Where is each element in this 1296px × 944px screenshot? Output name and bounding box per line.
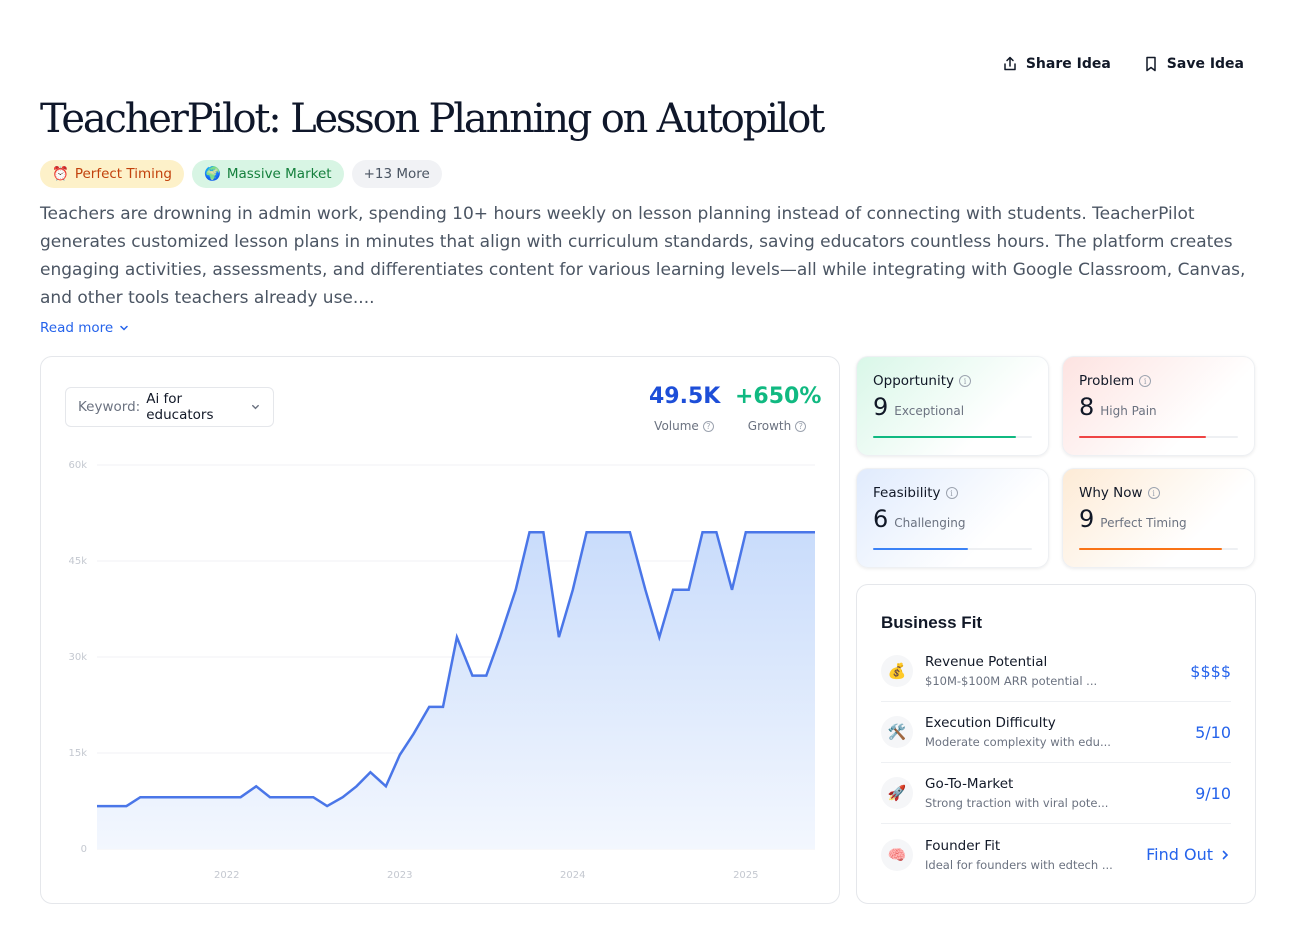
trend-chart-card: 0 15k 30k 45k 60k 2022 2023 2024 2025 Keyword: A… — [40, 356, 840, 904]
score-card-problem[interactable]: Problem i 8 High Pain — [1062, 356, 1255, 456]
share-idea-label: Share Idea — [1025, 56, 1111, 72]
money-bag-icon: 💰 — [881, 655, 913, 687]
help-icon[interactable]: ? — [795, 420, 807, 432]
share-icon — [1004, 56, 1016, 71]
score-bar — [873, 548, 1032, 550]
keyword-value: Ai for educators — [146, 391, 214, 423]
globe-icon: 🌍 — [204, 166, 221, 182]
score-value: 9 — [1079, 505, 1095, 533]
save-idea-label: Save Idea — [1166, 56, 1244, 72]
volume-metric: 49.5K Volume ? — [649, 383, 721, 433]
score-description: Perfect Timing — [1100, 516, 1187, 530]
fit-row-name: Go-To-Market — [925, 776, 1014, 792]
score-value: 8 — [1079, 393, 1095, 421]
fit-row-subtext: Strong traction with viral pote... — [925, 796, 1109, 810]
alarm-clock-icon: ⏰ — [52, 166, 69, 182]
volume-value: 49.5K — [649, 384, 721, 409]
score-card-title: Why Now — [1079, 485, 1143, 501]
growth-metric: +650% Growth ? — [735, 383, 822, 433]
score-bar-fill — [873, 436, 1017, 438]
score-description: Exceptional — [894, 404, 965, 418]
top-actions: Share Idea Save Idea — [1002, 56, 1244, 72]
x-tick-label: 2022 — [214, 870, 239, 881]
y-tick-label: 30k — [68, 652, 87, 663]
score-bar — [1079, 436, 1238, 438]
score-card-title: Opportunity — [873, 373, 955, 389]
info-icon[interactable]: i — [1139, 375, 1152, 387]
fit-row-subtext: $10M-$100M ARR potential ... — [925, 674, 1098, 688]
idea-description: Teachers are drowning in admin work, spe… — [40, 204, 1246, 308]
y-tick-label: 60k — [68, 460, 87, 471]
score-description: High Pain — [1100, 404, 1157, 418]
fit-row-value: 9/10 — [1195, 783, 1231, 803]
tag-label: Perfect Timing — [74, 166, 173, 182]
fit-row-revenue-potential[interactable]: 💰 Revenue Potential $10M-$100M ARR poten… — [881, 641, 1231, 702]
tag-list: ⏰ Perfect Timing 🌍 Massive Market +13 Mo… — [40, 160, 442, 188]
volume-label: Volume — [654, 419, 699, 433]
score-card-opportunity[interactable]: Opportunity i 9 Exceptional — [856, 356, 1049, 456]
score-card-title: Feasibility — [873, 485, 941, 501]
score-bar-fill — [873, 548, 969, 550]
score-card-feasibility[interactable]: Feasibility i 6 Challenging — [856, 468, 1049, 568]
tools-icon: 🛠️ — [881, 716, 913, 748]
fit-row-name: Founder Fit — [925, 837, 1001, 854]
bookmark-icon — [1146, 56, 1156, 72]
find-out-button[interactable]: Find Out — [1146, 845, 1231, 864]
read-more-link[interactable]: Read more — [40, 320, 129, 336]
info-icon[interactable]: i — [959, 375, 972, 387]
info-icon[interactable]: i — [945, 487, 958, 499]
score-value: 9 — [873, 393, 889, 421]
chevron-down-icon — [120, 325, 128, 331]
tag-more[interactable]: +13 More — [351, 160, 442, 188]
fit-row-value: $$$$ — [1190, 661, 1231, 681]
save-idea-button[interactable]: Save Idea — [1143, 56, 1244, 72]
tag-perfect-timing[interactable]: ⏰ Perfect Timing — [40, 160, 185, 188]
chevron-down-icon — [252, 404, 259, 410]
tag-label: +13 More — [363, 166, 430, 182]
fit-row-go-to-market[interactable]: 🚀 Go-To-Market Strong traction with vira… — [881, 763, 1231, 824]
fit-row-subtext: Ideal for founders with edtech ... — [925, 857, 1113, 872]
fit-row-subtext: Moderate complexity with edu... — [925, 735, 1111, 749]
keyword-select[interactable]: Keyword: Ai for educators — [65, 387, 274, 427]
page-title: TeacherPilot: Lesson Planning on Autopil… — [40, 96, 825, 142]
growth-value: +650% — [735, 384, 822, 409]
fit-row-execution-difficulty[interactable]: 🛠️ Execution Difficulty Moderate complex… — [881, 702, 1231, 763]
score-bar — [873, 436, 1032, 438]
score-description: Challenging — [894, 516, 966, 530]
series-area — [97, 532, 815, 849]
trend-chart: 0 15k 30k 45k 60k 2022 2023 2024 2025 — [68, 460, 815, 881]
help-icon[interactable]: ? — [702, 420, 714, 432]
brain-icon: 🧠 — [881, 838, 913, 871]
score-bar — [1079, 548, 1238, 550]
fit-row-name: Revenue Potential — [925, 654, 1048, 670]
x-tick-label: 2024 — [560, 870, 585, 881]
business-fit-title: Business Fit — [881, 613, 983, 632]
y-tick-label: 15k — [68, 748, 87, 759]
y-tick-label: 0 — [81, 844, 87, 855]
fit-row-name: Execution Difficulty — [925, 715, 1056, 731]
find-out-label: Find Out — [1146, 845, 1213, 864]
rocket-icon: 🚀 — [881, 777, 913, 809]
fit-row-value: 5/10 — [1195, 722, 1231, 742]
x-tick-label: 2023 — [387, 870, 412, 881]
keyword-label: Keyword: — [78, 399, 141, 415]
chevron-right-icon — [1222, 850, 1229, 859]
fit-row-founder-fit[interactable]: 🧠 Founder Fit Ideal for founders with ed… — [881, 824, 1231, 885]
share-idea-button[interactable]: Share Idea — [1002, 56, 1111, 72]
x-tick-label: 2025 — [733, 870, 758, 881]
score-bar-fill — [1079, 548, 1223, 550]
score-bar-fill — [1079, 436, 1207, 438]
business-fit-card: Business Fit 💰 Revenue Potential $10M-$1… — [856, 584, 1256, 904]
score-card-why-now[interactable]: Why Now i 9 Perfect Timing — [1062, 468, 1255, 568]
tag-massive-market[interactable]: 🌍 Massive Market — [192, 160, 344, 188]
tag-label: Massive Market — [226, 166, 332, 182]
read-more-label: Read more — [40, 320, 114, 336]
score-value: 6 — [873, 505, 889, 533]
score-card-title: Problem — [1079, 373, 1135, 389]
business-fit-list: 💰 Revenue Potential $10M-$100M ARR poten… — [881, 641, 1231, 885]
growth-label: Growth — [747, 419, 792, 433]
y-tick-label: 45k — [68, 556, 87, 567]
info-icon[interactable]: i — [1147, 487, 1160, 499]
